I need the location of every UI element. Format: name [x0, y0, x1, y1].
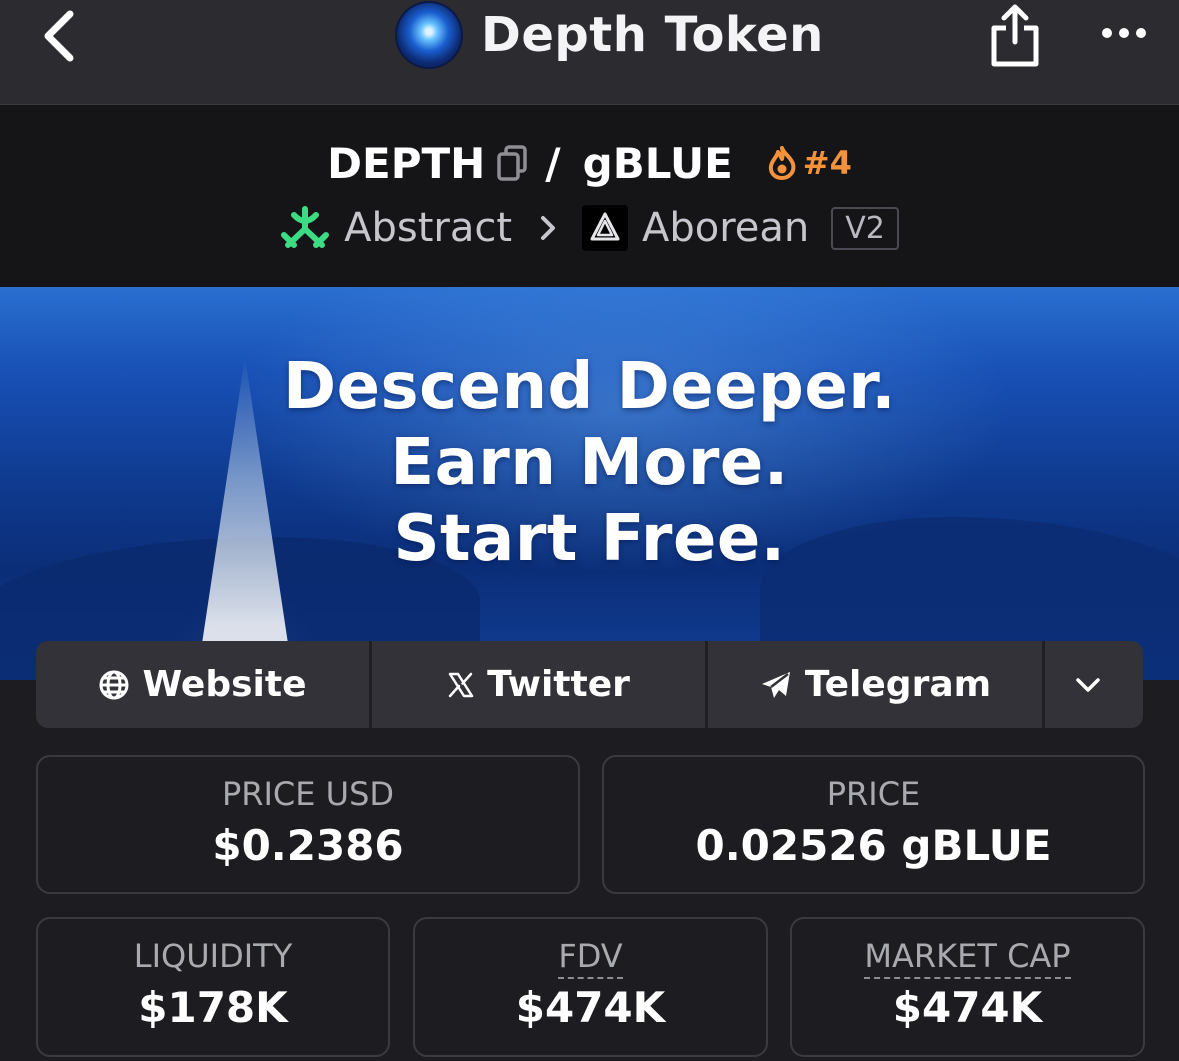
price-native-label: PRICE: [826, 775, 921, 813]
twitter-label: Twitter: [487, 664, 630, 705]
dex-name-link[interactable]: Aborean: [642, 205, 809, 251]
market-cap-label-wrap: MARKET CAP: [792, 937, 1143, 979]
market-cap-value: $474K: [892, 983, 1043, 1032]
more-links-dropdown[interactable]: [1045, 641, 1143, 728]
share-icon: [991, 4, 1039, 67]
aborean-logo: [582, 205, 629, 251]
back-chevron-icon: [44, 10, 74, 62]
version-badge: V2: [831, 206, 899, 250]
back-button[interactable]: [38, 6, 82, 66]
page-title: Depth Token: [481, 7, 824, 63]
abstract-logo: [281, 206, 330, 248]
banner-line-3: Start Free.: [393, 502, 786, 576]
website-button[interactable]: Website: [36, 641, 372, 728]
share-button[interactable]: [988, 2, 1042, 68]
base-token-symbol: DEPTH: [327, 138, 486, 188]
banner-headline: Descend Deeper. Earn More. Start Free.: [0, 349, 1179, 577]
banner-line-1: Descend Deeper.: [282, 350, 897, 424]
price-native-value: 0.02526 gBLUE: [695, 821, 1052, 870]
top-nav-bar: Depth Token: [0, 0, 1179, 105]
liquidity-value: $178K: [138, 983, 288, 1032]
liquidity-label: LIQUIDITY: [133, 937, 293, 975]
telegram-label: Telegram: [804, 664, 992, 705]
price-native-card: PRICE 0.02526 gBLUE: [602, 755, 1145, 894]
chain-row: Abstract Aborean V2: [0, 198, 1179, 258]
market-cap-label[interactable]: MARKET CAP: [864, 937, 1071, 979]
rank-number: #4: [802, 144, 852, 182]
token-title-group: Depth Token: [395, 0, 824, 70]
dot-icon: [1119, 28, 1129, 38]
chevron-right-icon: [541, 216, 556, 240]
social-links-bar: Website Twitter Telegram: [36, 641, 1143, 728]
fdv-label[interactable]: FDV: [558, 937, 623, 979]
website-label: Website: [142, 664, 307, 705]
fdv-card[interactable]: FDV $474K: [413, 917, 768, 1057]
price-usd-card: PRICE USD $0.2386: [36, 755, 580, 894]
quote-token-symbol: gBLUE: [582, 138, 733, 188]
price-usd-label: PRICE USD: [221, 775, 395, 813]
pair-separator: /: [545, 138, 561, 188]
dot-icon: [1102, 28, 1112, 38]
more-dots-icon[interactable]: [1102, 22, 1156, 44]
market-cap-card[interactable]: MARKET CAP $474K: [790, 917, 1145, 1057]
pair-row: DEPTH / gBLUE #4: [0, 133, 1179, 193]
x-logo-icon: [448, 672, 474, 697]
price-usd-value: $0.2386: [212, 821, 404, 870]
chain-name-link[interactable]: Abstract: [344, 205, 512, 251]
banner-line-2: Earn More.: [390, 426, 789, 500]
fdv-value: $474K: [515, 983, 666, 1032]
globe-icon: [99, 670, 129, 699]
twitter-button[interactable]: Twitter: [372, 641, 708, 728]
liquidity-card: LIQUIDITY $178K: [36, 917, 390, 1057]
chevron-down-icon: [1076, 677, 1100, 692]
token-logo: [395, 1, 463, 69]
telegram-button[interactable]: Telegram: [708, 641, 1045, 728]
project-banner: Descend Deeper. Earn More. Start Free.: [0, 287, 1179, 680]
fdv-label-wrap: FDV: [415, 937, 766, 979]
flame-icon: [768, 146, 796, 180]
copy-icon[interactable]: [495, 144, 529, 182]
trending-rank-badge[interactable]: #4: [767, 144, 852, 182]
telegram-plane-icon: [761, 671, 790, 698]
dot-icon: [1136, 28, 1146, 38]
